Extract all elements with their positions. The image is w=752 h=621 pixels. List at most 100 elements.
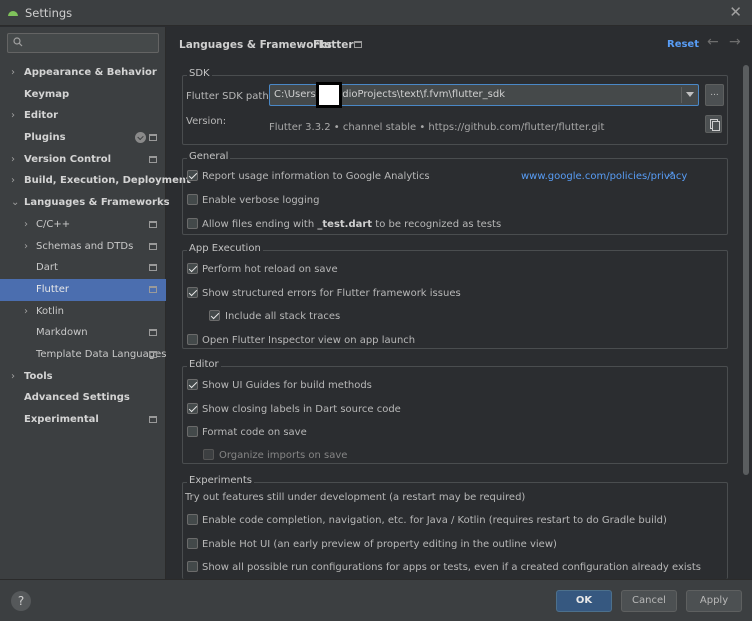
cancel-button[interactable]: Cancel (621, 590, 677, 612)
sidebar-item-schemas-dtds[interactable]: › Schemas and DTDs (0, 236, 166, 258)
sidebar-item-version-control[interactable]: › Version Control (0, 149, 166, 171)
reset-link[interactable]: Reset (667, 39, 699, 50)
project-scope-icon (149, 220, 157, 228)
project-scope-icon (149, 285, 157, 293)
closing-labels-label: Show closing labels in Dart source code (202, 404, 401, 415)
ok-button[interactable]: OK (556, 590, 612, 612)
dropdown-arrow-icon[interactable] (686, 92, 694, 97)
sidebar-item-template-data-languages[interactable]: Template Data Languages (0, 344, 166, 366)
hot-reload-checkbox[interactable] (187, 263, 198, 274)
forward-arrow-icon[interactable]: → (729, 34, 741, 50)
sidebar-item-label: Kotlin (36, 305, 64, 317)
sidebar-item-keymap[interactable]: Keymap (0, 84, 166, 106)
search-icon (13, 37, 23, 47)
sidebar-item-label: Schemas and DTDs (36, 240, 134, 252)
help-icon[interactable]: ? (11, 591, 31, 611)
sidebar-item-build-execution-deployment[interactable]: › Build, Execution, Deployment (0, 170, 191, 192)
sidebar-item-appearance-behavior[interactable]: › Appearance & Behavior (0, 62, 166, 84)
sidebar-item-label: Appearance & Behavior (24, 67, 157, 78)
organize-imports-checkbox[interactable] (203, 449, 214, 460)
settings-header: Languages & Frameworks › Flutter Reset ←… (166, 27, 752, 63)
sdk-group-title: SDK (187, 68, 212, 79)
ui-guides-label: Show UI Guides for build methods (202, 380, 372, 391)
sidebar-item-editor[interactable]: › Editor (0, 105, 166, 127)
format-on-save-checkbox[interactable] (187, 426, 198, 437)
sidebar-item-label: Plugins (24, 132, 66, 144)
experiments-group-title: Experiments (187, 475, 254, 486)
sidebar-item-experimental[interactable]: Experimental (0, 409, 166, 431)
back-arrow-icon[interactable]: ← (707, 34, 719, 50)
external-link-icon[interactable]: ↗ (667, 170, 675, 180)
close-icon[interactable]: ✕ (729, 3, 742, 21)
privacy-link[interactable]: www.google.com/policies/privacy (521, 171, 687, 182)
hot-ui-checkbox[interactable] (187, 538, 198, 549)
sidebar-item-label: Template Data Languages (36, 348, 167, 360)
sidebar-item-flutter[interactable]: Flutter (0, 278, 166, 301)
sdk-path-combobox[interactable]: C:\Users\ \StudioProjects\text\f.fvm\flu… (269, 82, 699, 108)
sdk-path-label: Flutter SDK path: (186, 91, 273, 102)
project-scope-icon (149, 350, 157, 358)
sidebar-item-label: Languages & Frameworks (24, 197, 170, 209)
verbose-logging-checkbox[interactable] (187, 194, 198, 205)
browse-button[interactable]: ... (705, 84, 724, 106)
sidebar-item-label: Flutter (36, 283, 69, 295)
chevron-right-icon: › (24, 218, 28, 230)
analytics-checkbox[interactable] (187, 170, 198, 181)
chevron-right-icon: › (11, 175, 15, 187)
flutter-settings-panel: SDK Flutter SDK path: C:\Users\ \StudioP… (166, 63, 752, 579)
breadcrumb-current: Flutter (313, 39, 354, 51)
sidebar-item-label: Editor (24, 110, 58, 122)
sidebar-item-markdown[interactable]: Markdown (0, 322, 166, 344)
chevron-right-icon: › (11, 110, 15, 122)
sidebar-item-languages-frameworks[interactable]: ⌄ Languages & Frameworks (0, 192, 170, 214)
hot-ui-label: Enable Hot UI (an early preview of prope… (202, 539, 557, 550)
sidebar-item-dart[interactable]: Dart (0, 257, 166, 279)
test-files-label: Allow files ending with _test.dart to be… (202, 219, 502, 230)
run-configs-label: Show all possible run configurations for… (202, 562, 701, 573)
sidebar-item-tools[interactable]: › Tools (0, 366, 166, 388)
hot-reload-label: Perform hot reload on save (202, 264, 338, 275)
sidebar-item-kotlin[interactable]: › Kotlin (0, 301, 166, 323)
verbose-logging-label: Enable verbose logging (202, 195, 320, 206)
sidebar-item-label: C/C++ (36, 218, 71, 230)
inspector-checkbox[interactable] (187, 334, 198, 345)
test-files-checkbox[interactable] (187, 218, 198, 229)
sidebar-item-label: Experimental (24, 414, 99, 425)
sidebar-item-label: Version Control (24, 153, 112, 165)
sidebar-item-cpp[interactable]: › C/C++ (0, 214, 166, 236)
vertical-scrollbar[interactable] (743, 65, 749, 475)
sdk-path-value: C:\Users\ \StudioProjects\text\f.fvm\flu… (274, 89, 506, 100)
stack-traces-label: Include all stack traces (225, 311, 341, 322)
editor-group-title: Editor (187, 359, 221, 370)
structured-errors-label: Show structured errors for Flutter frame… (202, 288, 461, 299)
project-scope-icon (354, 41, 362, 48)
title-bar: Settings ✕ (0, 0, 752, 26)
sidebar-item-label: Markdown (36, 327, 88, 339)
stack-traces-checkbox[interactable] (209, 310, 220, 321)
sidebar-item-plugins[interactable]: Plugins (0, 127, 166, 149)
apply-button[interactable]: Apply (686, 590, 742, 612)
sidebar-item-advanced-settings[interactable]: Advanced Settings (0, 387, 166, 409)
run-configs-checkbox[interactable] (187, 561, 198, 572)
dialog-footer: ? OK Cancel Apply (0, 579, 752, 621)
project-scope-icon (149, 264, 157, 272)
window-title: Settings (25, 6, 73, 20)
search-input[interactable] (7, 33, 159, 53)
chevron-right-icon: › (11, 153, 15, 165)
redacted-box (316, 82, 342, 108)
chevron-right-icon: › (24, 240, 28, 252)
settings-tree: › Appearance & Behavior Keymap › Editor … (0, 62, 191, 431)
copy-icon[interactable] (705, 115, 722, 133)
android-studio-icon (8, 11, 18, 16)
breadcrumb-parent[interactable]: Languages & Frameworks (179, 39, 332, 51)
sidebar-item-label: Dart (36, 262, 58, 274)
project-scope-icon (149, 329, 157, 337)
app-execution-group-title: App Execution (187, 243, 263, 254)
code-completion-checkbox[interactable] (187, 514, 198, 525)
ui-guides-checkbox[interactable] (187, 379, 198, 390)
organize-imports-label: Organize imports on save (219, 450, 348, 461)
sidebar-item-label: Tools (24, 370, 53, 382)
chevron-down-icon: ⌄ (11, 197, 20, 209)
closing-labels-checkbox[interactable] (187, 403, 198, 414)
structured-errors-checkbox[interactable] (187, 287, 198, 298)
